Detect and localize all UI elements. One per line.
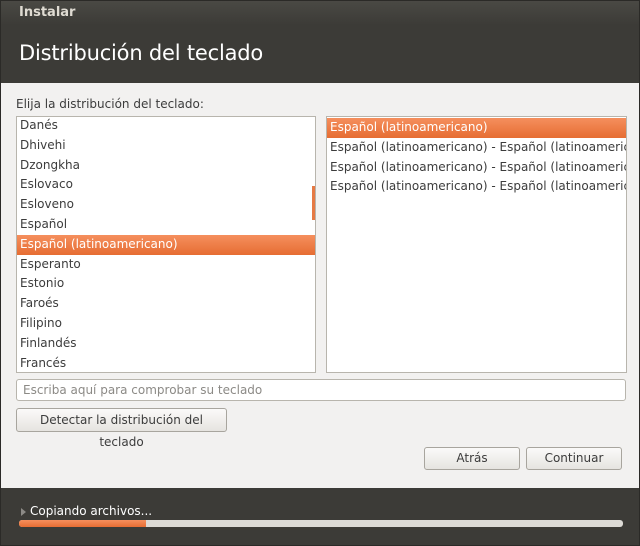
layout-list-item[interactable]: Esloveno — [17, 195, 315, 215]
variant-list-item[interactable]: Español (latinoamericano) - Español (lat… — [327, 177, 626, 197]
layout-list-item[interactable]: Esperanto — [17, 255, 315, 275]
window-titlebar[interactable]: Instalar — [1, 1, 639, 25]
layout-list-item[interactable]: Finlandés — [17, 334, 315, 354]
layout-list-item[interactable]: Dzongkha — [17, 156, 315, 176]
scrollbar-indicator[interactable] — [312, 186, 315, 220]
variant-list-item[interactable]: Español (latinoamericano) - Español (lat… — [327, 138, 626, 158]
layout-list-item[interactable]: Dhivehi — [17, 136, 315, 156]
detect-layout-button[interactable]: Detectar la distribución del teclado — [16, 408, 227, 449]
keyboard-layout-list[interactable]: Danés Dhivehi Dzongkha Eslovaco Esloveno Espa… — [16, 116, 316, 373]
keyboard-test-input[interactable] — [16, 379, 626, 401]
layout-list-item[interactable]: Español — [17, 215, 315, 235]
layout-list-item[interactable]: Estonio — [17, 274, 315, 294]
progress-bar-fill — [19, 520, 146, 527]
page-header: Distribución del teclado — [1, 25, 639, 83]
variant-list-item[interactable]: Español (latinoamericano) — [327, 118, 626, 138]
layout-list-item[interactable]: Francés — [17, 354, 315, 372]
layout-prompt-label: Elija la distribución del teclado: — [16, 97, 204, 111]
layout-list-item[interactable]: Faroés — [17, 294, 315, 314]
layout-list-item[interactable]: Filipino — [17, 314, 315, 334]
back-button[interactable]: Atrás — [424, 447, 520, 470]
variant-list-item[interactable]: Español (latinoamericano) - Español (lat… — [327, 158, 626, 178]
keyboard-variant-list[interactable]: Español (latinoamericano) Español (latino… — [326, 116, 627, 373]
layout-list-item[interactable]: Eslovaco — [17, 175, 315, 195]
progress-status-text: Copiando archivos... — [30, 504, 153, 518]
layout-list-item[interactable]: Español (latinoamericano) — [17, 234, 315, 255]
continue-button[interactable]: Continuar — [526, 447, 622, 470]
progress-footer: Copiando archivos... — [1, 488, 639, 545]
installer-window: Instalar Distribución del teclado Elija … — [0, 0, 640, 546]
progress-bar — [19, 520, 623, 527]
page-title: Distribución del teclado — [19, 41, 264, 65]
layout-list-item[interactable]: Danés — [17, 117, 315, 136]
expander-arrow-icon[interactable] — [21, 508, 26, 516]
